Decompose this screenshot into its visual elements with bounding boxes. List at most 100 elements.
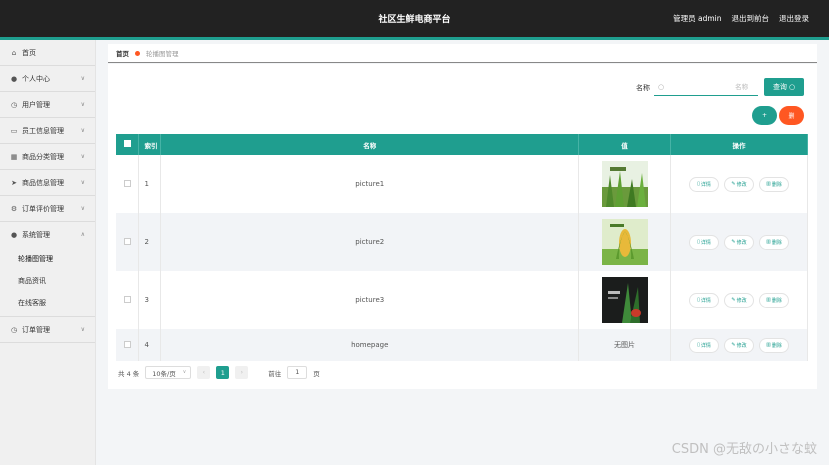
sidebar-item-system[interactable]: ● 系统管理 ∧ <box>0 222 95 248</box>
goto-suffix: 页 <box>313 369 320 378</box>
pencil-icon: ✎ <box>731 239 736 245</box>
sidebar-subitem-news[interactable]: 商品资讯 <box>0 270 95 292</box>
sidebar-subitem-carousel[interactable]: 轮播图管理 <box>0 248 95 270</box>
delete-button-label: 删除 <box>771 239 782 246</box>
detail-button[interactable]: ▯ 详情 <box>689 292 719 308</box>
breadcrumb-home[interactable]: 首页 <box>116 48 129 58</box>
pencil-icon: ✎ <box>731 181 736 187</box>
sidebar-item-category[interactable]: ▦ 商品分类管理 ∨ <box>0 144 95 170</box>
edit-button-label: 修改 <box>736 181 747 188</box>
row-checkbox[interactable] <box>123 295 131 303</box>
row-index: 3 <box>138 271 162 329</box>
back-to-front-link[interactable]: 退出到前台 <box>732 13 770 24</box>
trash-icon: ▥ <box>766 297 771 303</box>
delete-button[interactable]: ▥ 删除 <box>759 337 789 353</box>
trash-icon: ▥ <box>766 181 771 187</box>
file-icon: ▯ <box>697 297 700 303</box>
sidebar: ⌂ 首页 ● 个人中心 ∨ ◷ 用户管理 ∨ ▭ 员工信息管理 ∨ ▦ 商品分类… <box>0 40 96 465</box>
delete-button-label: 删除 <box>771 297 782 304</box>
chevron-down-icon: ∨ <box>80 127 85 134</box>
detail-button[interactable]: ▯ 详情 <box>689 176 719 192</box>
detail-button[interactable]: ▯ 详情 <box>689 234 719 250</box>
sidebar-item-label: 商品分类管理 <box>22 152 64 161</box>
prev-page-button[interactable]: ‹ <box>197 366 211 379</box>
edit-button[interactable]: ✎ 修改 <box>724 292 754 308</box>
sidebar-item-reviews[interactable]: ⚙ 订单评价管理 ∨ <box>0 196 95 222</box>
row-value <box>578 155 671 213</box>
select-all-checkbox[interactable] <box>123 140 131 147</box>
pagination: 共 4 条 10条/页 ∨ ‹ 1 › 前往 1 页 <box>118 366 320 379</box>
row-ops: ▯ 详情 ✎ 修改 ▥ 删除 <box>670 213 808 271</box>
watermark: CSDN @无敌の小さな蚊 <box>671 442 817 457</box>
user-icon: ● <box>10 74 18 83</box>
goto-page-input[interactable]: 1 <box>287 366 308 379</box>
sidebar-item-label: 系统管理 <box>22 231 50 239</box>
page-size-select[interactable]: 10条/页 ∨ <box>145 366 192 379</box>
sidebar-item-label: 订单评价管理 <box>22 204 64 213</box>
sidebar-item-label: 个人中心 <box>22 74 50 83</box>
goto-label: 前往 <box>268 369 282 378</box>
detail-button-label: 详情 <box>700 297 711 304</box>
sidebar-item-home[interactable]: ⌂ 首页 <box>0 40 95 66</box>
sidebar-item-label: 首页 <box>22 48 36 57</box>
monitor-icon: ▭ <box>10 126 18 135</box>
add-button[interactable]: + <box>752 106 777 125</box>
table-row: 4 homepage 无图片 ▯ 详情 ✎ 修改 ▥ 删除 <box>116 329 808 361</box>
row-checkbox[interactable] <box>123 237 131 245</box>
row-value <box>578 213 671 271</box>
chevron-down-icon: ∨ <box>80 101 85 108</box>
chevron-down-icon: ∨ <box>182 369 187 375</box>
edit-button-label: 修改 <box>736 297 747 304</box>
row-ops: ▯ 详情 ✎ 修改 ▥ 删除 <box>670 329 808 361</box>
chevron-down-icon: ∨ <box>80 205 85 212</box>
row-checkbox-cell <box>116 155 140 213</box>
table-row: 1 picture1 ▯ 详情 ✎ 修改 ▥ 删除 <box>116 155 808 213</box>
row-name: homepage <box>160 329 580 361</box>
detail-button-label: 详情 <box>700 181 711 188</box>
table-row: 2 picture2 ▯ 详情 ✎ 修改 ▥ 删除 <box>116 213 808 271</box>
chevron-down-icon: ∨ <box>80 179 85 186</box>
thumbnail-image <box>601 277 648 323</box>
sidebar-item-products[interactable]: ➤ 商品信息管理 ∨ <box>0 170 95 196</box>
header-index: 索引 <box>138 134 162 155</box>
grid-icon: ▦ <box>10 152 18 161</box>
row-checkbox[interactable] <box>123 340 131 348</box>
delete-button[interactable]: ▥ 删除 <box>759 292 789 308</box>
chevron-down-icon: ∨ <box>80 153 85 160</box>
row-checkbox[interactable] <box>123 179 131 187</box>
search-input[interactable] <box>668 82 749 91</box>
trash-icon: ▥ <box>766 239 771 245</box>
sidebar-item-staff[interactable]: ▭ 员工信息管理 ∨ <box>0 118 95 144</box>
next-page-button[interactable]: › <box>235 366 249 379</box>
clock-icon: ◷ <box>10 325 18 334</box>
edit-button[interactable]: ✎ 修改 <box>724 176 754 192</box>
logout-link[interactable]: 退出登录 <box>779 13 809 24</box>
delete-button[interactable]: ▥ 删除 <box>759 176 789 192</box>
detail-button-label: 详情 <box>700 239 711 246</box>
top-right-links: 管理员 admin 退出到前台 退出登录 <box>673 13 809 24</box>
home-icon: ⌂ <box>11 48 17 57</box>
sidebar-item-profile[interactable]: ● 个人中心 ∨ <box>0 66 95 92</box>
search-icon: ○ <box>788 83 796 91</box>
detail-button[interactable]: ▯ 详情 <box>689 337 719 353</box>
thumbnail-image <box>601 219 648 265</box>
delete-button[interactable]: ▥ 删除 <box>759 234 789 250</box>
search-icon: ○ <box>658 82 665 91</box>
query-button[interactable]: 查询 ○ <box>764 78 804 96</box>
query-button-label: 查询 <box>772 83 787 91</box>
sidebar-item-users[interactable]: ◷ 用户管理 ∨ <box>0 92 95 118</box>
search-field[interactable]: ○ <box>654 78 758 96</box>
sidebar-item-label: 订单管理 <box>22 325 50 334</box>
sidebar-item-label: 商品信息管理 <box>22 178 64 187</box>
sidebar-item-orders[interactable]: ◷ 订单管理 ∨ <box>0 317 95 343</box>
page-number-current[interactable]: 1 <box>216 366 230 379</box>
batch-delete-button[interactable]: 删 <box>779 106 804 125</box>
header-name: 名称 <box>160 134 580 155</box>
breadcrumb: 首页 轮播图管理 <box>108 44 817 63</box>
sidebar-subitem-support[interactable]: 在线客服 <box>0 292 95 314</box>
file-icon: ▯ <box>697 181 700 187</box>
chevron-up-icon: ∧ <box>80 231 85 238</box>
edit-button[interactable]: ✎ 修改 <box>724 337 754 353</box>
row-value <box>578 271 671 329</box>
edit-button[interactable]: ✎ 修改 <box>724 234 754 250</box>
